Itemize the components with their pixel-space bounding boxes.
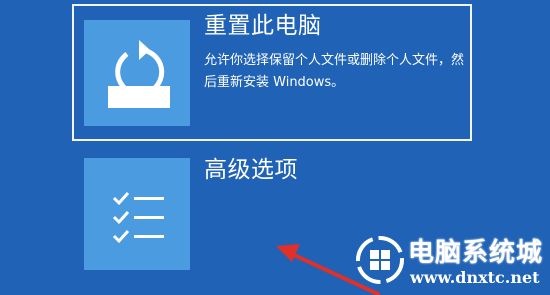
reset-pc-description: 允许你选择保留个人文件或删除个人文件，然后重新安装 Windows。 — [204, 53, 465, 90]
checklist-icon — [84, 158, 190, 270]
reset-pc-title: 重置此电脑 — [204, 13, 322, 39]
advanced-options-title: 高级选项 — [204, 157, 298, 183]
reset-pc-option[interactable]: 重置此电脑 允许你选择保留个人文件或删除个人文件，然后重新安装 Windows。 — [72, 4, 472, 141]
watermark: 电脑系统城 www.dnxtc.net — [350, 226, 550, 295]
watermark-title: 电脑系统城 — [408, 238, 544, 268]
reset-pc-icon — [84, 20, 190, 126]
watermark-logo-icon — [356, 236, 404, 284]
watermark-url: www.dnxtc.net — [410, 268, 540, 287]
